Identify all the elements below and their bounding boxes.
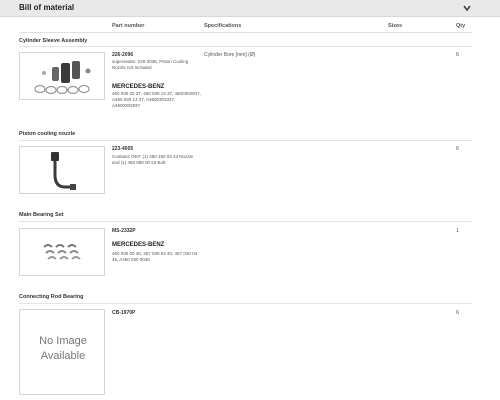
no-image-placeholder: No Image Available bbox=[19, 309, 105, 395]
part-note: supersedes: 226-2036, Piston Cooling Noz… bbox=[112, 59, 189, 70]
cooling-nozzle-icon bbox=[51, 152, 76, 190]
part-thumbnail[interactable] bbox=[19, 228, 105, 276]
section-title: Main Bearing Set bbox=[19, 212, 64, 218]
column-header-specifications: Specifications bbox=[204, 23, 242, 29]
part-number[interactable]: 223-4005 bbox=[112, 146, 133, 152]
oe-references: 460 030 00 40, 457 030 03 40, 457 030 04… bbox=[112, 251, 198, 262]
cylinder-sleeve-kit-icon bbox=[34, 61, 91, 95]
chevron-down-icon[interactable] bbox=[462, 3, 472, 13]
no-image-line-2: Available bbox=[40, 350, 86, 362]
bearing-shells-icon bbox=[43, 244, 81, 260]
section-divider bbox=[19, 221, 472, 222]
part-number[interactable]: CB-1970P bbox=[112, 310, 135, 316]
part-thumbnail[interactable] bbox=[19, 146, 105, 194]
column-header-divider bbox=[19, 32, 472, 33]
section-title: Piston cooling nozzle bbox=[19, 131, 76, 137]
part-number[interactable]: 226-2096 bbox=[112, 52, 133, 58]
brand-name: MERCEDES-BENZ bbox=[112, 84, 165, 90]
bill-of-material-header[interactable]: Bill of material bbox=[0, 0, 500, 17]
page-title: Bill of material bbox=[19, 3, 75, 12]
quantity: 1 bbox=[456, 228, 460, 234]
specification: Cylinder Bore [mm] (Ø) bbox=[204, 52, 256, 58]
no-image-text: No Image Available bbox=[20, 334, 106, 364]
column-header-sizes: Sizes bbox=[388, 23, 403, 29]
part-note: Contains OE#: (1) 460 180 03 43 Nozzle a… bbox=[112, 154, 194, 165]
section-divider bbox=[19, 303, 472, 304]
column-header-qty: Qty bbox=[456, 23, 466, 29]
quantity: 6 bbox=[456, 310, 460, 316]
section-title: Cylinder Sleeve Assembly bbox=[19, 38, 88, 44]
section-divider bbox=[19, 46, 472, 47]
column-header-part-number: Part number bbox=[112, 23, 145, 29]
section-divider bbox=[19, 140, 472, 141]
section-title: Connecting Rod Bearing bbox=[19, 294, 84, 300]
brand-name: MERCEDES-BENZ bbox=[112, 242, 165, 248]
part-number[interactable]: MS-2332P bbox=[112, 228, 136, 234]
oe-references: 460 030 33 37, 460 030 13 37, 4600302937… bbox=[112, 91, 201, 108]
quantity: 6 bbox=[456, 146, 460, 152]
quantity: 6 bbox=[456, 52, 460, 58]
no-image-line-1: No Image bbox=[39, 335, 87, 347]
part-thumbnail[interactable] bbox=[19, 52, 105, 100]
